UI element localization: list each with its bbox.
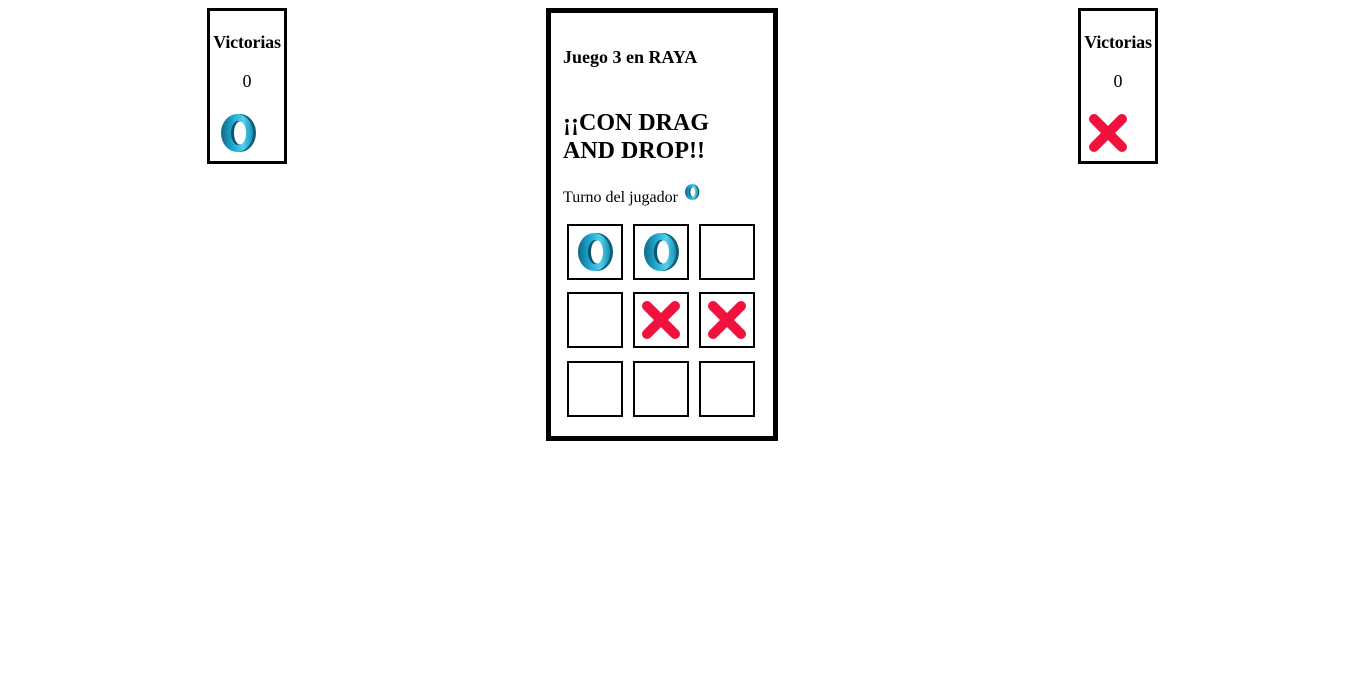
board-cell[interactable] xyxy=(699,361,755,417)
score-panel-player-x: Victorias 0 xyxy=(1078,8,1158,164)
o-piece-icon xyxy=(683,183,701,201)
score-title: Victorias xyxy=(213,32,281,52)
turn-label: Turno del jugador xyxy=(563,189,678,206)
win-count: 0 xyxy=(242,71,252,91)
board-cell[interactable] xyxy=(567,224,623,280)
board-cell[interactable] xyxy=(633,361,689,417)
win-count: 0 xyxy=(1113,71,1123,91)
turn-indicator: Turno del jugador xyxy=(563,189,701,207)
game-subtitle: ¡¡CON DRAG AND DROP!! xyxy=(563,110,709,164)
board-cell[interactable] xyxy=(567,292,623,348)
tic-tac-toe-grid xyxy=(567,224,757,418)
o-piece-icon[interactable] xyxy=(218,111,258,155)
score-title: Victorias xyxy=(1084,32,1152,52)
board-cell[interactable] xyxy=(567,361,623,417)
board-cell[interactable] xyxy=(633,292,689,348)
score-panel-player-o: Victorias 0 xyxy=(207,8,287,164)
board-cell[interactable] xyxy=(699,292,755,348)
x-piece-icon[interactable] xyxy=(639,298,683,342)
board-cell[interactable] xyxy=(699,224,755,280)
board-cell[interactable] xyxy=(633,224,689,280)
o-piece-icon[interactable] xyxy=(573,230,617,274)
game-title: Juego 3 en RAYA xyxy=(563,47,698,67)
game-board-panel: Juego 3 en RAYA ¡¡CON DRAG AND DROP!! Tu… xyxy=(546,8,778,441)
x-piece-icon[interactable] xyxy=(705,298,749,342)
o-piece-icon[interactable] xyxy=(639,230,683,274)
x-piece-icon[interactable] xyxy=(1086,111,1130,155)
